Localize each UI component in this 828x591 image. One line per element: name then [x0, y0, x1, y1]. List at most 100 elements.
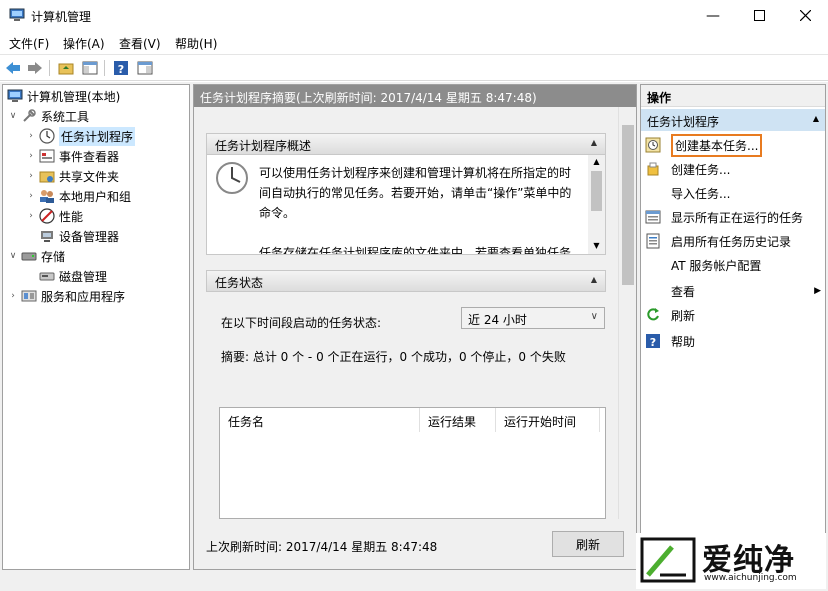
- shared-folder-icon: [39, 168, 55, 184]
- action-pane-icon[interactable]: [136, 59, 154, 77]
- menu-view[interactable]: 查看(V): [119, 35, 161, 52]
- center-scrollbar[interactable]: [618, 107, 636, 519]
- scrollbar-thumb[interactable]: [622, 125, 634, 285]
- status-title: 任务状态: [215, 276, 264, 290]
- create-basic-task-action[interactable]: 创建基本任务...: [645, 133, 763, 157]
- up-folder-icon[interactable]: [57, 59, 75, 77]
- tree-label: 事件查看器: [59, 149, 120, 164]
- status-section-header[interactable]: 任务状态 ▲: [206, 270, 606, 292]
- action-label: 导入任务...: [671, 186, 731, 201]
- chevron-down-icon[interactable]: ∨: [7, 111, 19, 121]
- chevron-right-icon[interactable]: ›: [25, 171, 37, 181]
- action-label: 查看: [671, 284, 696, 299]
- column-header-start-time[interactable]: 运行开始时间: [496, 408, 600, 432]
- scroll-up-icon[interactable]: ▲: [588, 157, 605, 166]
- period-label: 在以下时间段启动的任务状态:: [221, 316, 382, 330]
- watermark-url: www.aichunjing.com: [704, 573, 797, 583]
- tree-item-device-manager[interactable]: 设备管理器: [37, 226, 119, 246]
- period-value: 近 24 小时: [468, 313, 527, 327]
- at-service-config-action[interactable]: AT 服务帐户配置: [671, 254, 761, 276]
- column-header-task-name[interactable]: 任务名: [220, 408, 420, 432]
- menu-help[interactable]: 帮助(H): [175, 35, 217, 52]
- maximize-button[interactable]: [736, 0, 782, 31]
- chevron-right-icon[interactable]: ›: [25, 191, 37, 201]
- action-label: AT 服务帐户配置: [671, 258, 762, 273]
- overview-section-body: 可以使用任务计划程序来创建和管理计算机将在所指定的时间自动执行的常见任务。若要开…: [206, 155, 606, 255]
- svg-text:?: ?: [118, 63, 124, 76]
- collapse-up-icon[interactable]: ▲: [591, 275, 597, 284]
- svg-text:?: ?: [650, 336, 656, 349]
- tree-item-shared-folders[interactable]: › 共享文件夹: [25, 166, 119, 186]
- watermark-logo-icon: [640, 537, 698, 586]
- task-clock-icon: [645, 137, 661, 153]
- tree-item-system-tools[interactable]: ∨ 系统工具: [7, 106, 89, 126]
- computer-icon: [7, 88, 23, 104]
- tree-item-local-users[interactable]: › 本地用户和组: [25, 186, 131, 206]
- tree-label: 磁盘管理: [59, 269, 108, 284]
- clock-icon: [215, 161, 249, 198]
- tree-item-performance[interactable]: › 性能: [25, 206, 83, 226]
- scrollbar-thumb[interactable]: [591, 171, 602, 211]
- toolbar-separator: [49, 60, 50, 76]
- close-button[interactable]: [782, 0, 828, 31]
- storage-icon: [21, 248, 37, 264]
- event-viewer-icon: [39, 148, 55, 164]
- chevron-right-icon[interactable]: ›: [25, 151, 37, 161]
- show-hide-tree-icon[interactable]: [81, 59, 99, 77]
- view-action[interactable]: 查看 ▶: [671, 280, 821, 302]
- chevron-down-icon[interactable]: ∨: [7, 251, 19, 261]
- tree-item-root[interactable]: 计算机管理(本地): [5, 86, 120, 106]
- overview-section-header[interactable]: 任务计划程序概述 ▲: [206, 133, 606, 155]
- chevron-right-icon[interactable]: ›: [25, 211, 37, 221]
- navigation-tree: 计算机管理(本地) ∨ 系统工具 › 任务计划程序 › 事件查看器 › 共享文件…: [2, 84, 190, 570]
- toolbar: ?: [0, 54, 828, 81]
- create-task-action[interactable]: 创建任务...: [645, 158, 730, 180]
- actions-title: 操作: [641, 85, 825, 107]
- tree-label: 任务计划程序: [59, 126, 136, 146]
- last-refresh-time: 上次刷新时间: 2017/4/14 星期五 8:47:48: [206, 540, 438, 554]
- device-manager-icon: [39, 228, 55, 244]
- tree-item-event-viewer[interactable]: › 事件查看器: [25, 146, 119, 166]
- tree-item-disk-management[interactable]: 磁盘管理: [37, 266, 107, 286]
- overview-title: 任务计划程序概述: [215, 139, 312, 153]
- watermark: 爱纯净 www.aichunjing.com: [636, 533, 826, 589]
- overview-paragraph: 任务存储在任务计划程序库的文件夹中。若要查看单独任务上的操作或执行该操作，请在任…: [259, 246, 572, 255]
- refresh-action[interactable]: 刷新: [645, 304, 695, 326]
- show-running-tasks-action[interactable]: 显示所有正在运行的任务: [645, 206, 803, 228]
- clock-icon: [39, 128, 55, 144]
- menu-action[interactable]: 操作(A): [63, 35, 105, 52]
- services-icon: [21, 288, 37, 304]
- enable-history-action[interactable]: 启用所有任务历史记录: [645, 230, 791, 252]
- tree-label: 计算机管理(本地): [27, 89, 121, 104]
- collapse-up-icon[interactable]: ▲: [591, 138, 597, 147]
- collapse-up-icon[interactable]: ▲: [813, 114, 819, 123]
- chevron-right-icon[interactable]: ›: [7, 291, 19, 301]
- computer-management-icon: [9, 8, 25, 22]
- overview-paragraph: 可以使用任务计划程序来创建和管理计算机将在所指定的时间自动执行的常见任务。若要开…: [259, 166, 572, 220]
- menu-file[interactable]: 文件(F): [9, 35, 49, 52]
- period-select[interactable]: 近 24 小时 ∨: [461, 307, 605, 329]
- help-action[interactable]: ? 帮助: [645, 330, 695, 352]
- tree-item-task-scheduler[interactable]: › 任务计划程序: [25, 126, 136, 146]
- scroll-down-icon[interactable]: ▼: [588, 241, 605, 250]
- refresh-icon: [645, 307, 661, 323]
- status-summary: 摘要: 总计 0 个 - 0 个正在运行，0 个成功，0 个停止，0 个失败: [221, 350, 566, 364]
- chevron-right-icon[interactable]: ›: [25, 131, 37, 141]
- back-arrow-icon[interactable]: [4, 59, 22, 77]
- action-label: 创建任务...: [671, 162, 731, 177]
- column-header-result[interactable]: 运行结果: [420, 408, 496, 432]
- tree-item-storage[interactable]: ∨ 存储: [7, 246, 65, 266]
- actions-section-header[interactable]: 任务计划程序 ▲: [641, 109, 825, 131]
- tree-label: 共享文件夹: [59, 169, 120, 184]
- chevron-down-icon: ∨: [590, 311, 598, 322]
- overview-scrollbar[interactable]: ▲ ▼: [588, 155, 605, 254]
- actions-pane: 操作 任务计划程序 ▲ 创建基本任务... 创建任务... 导入任务... 显示…: [640, 84, 826, 570]
- import-task-action[interactable]: 导入任务...: [671, 182, 730, 204]
- tools-icon: [21, 108, 37, 124]
- forward-arrow-icon[interactable]: [26, 59, 44, 77]
- refresh-button[interactable]: 刷新: [552, 531, 624, 557]
- minimize-button[interactable]: —: [690, 0, 736, 31]
- disk-icon: [39, 268, 55, 284]
- tree-item-services-apps[interactable]: › 服务和应用程序: [7, 286, 125, 306]
- help-icon[interactable]: ?: [112, 59, 130, 77]
